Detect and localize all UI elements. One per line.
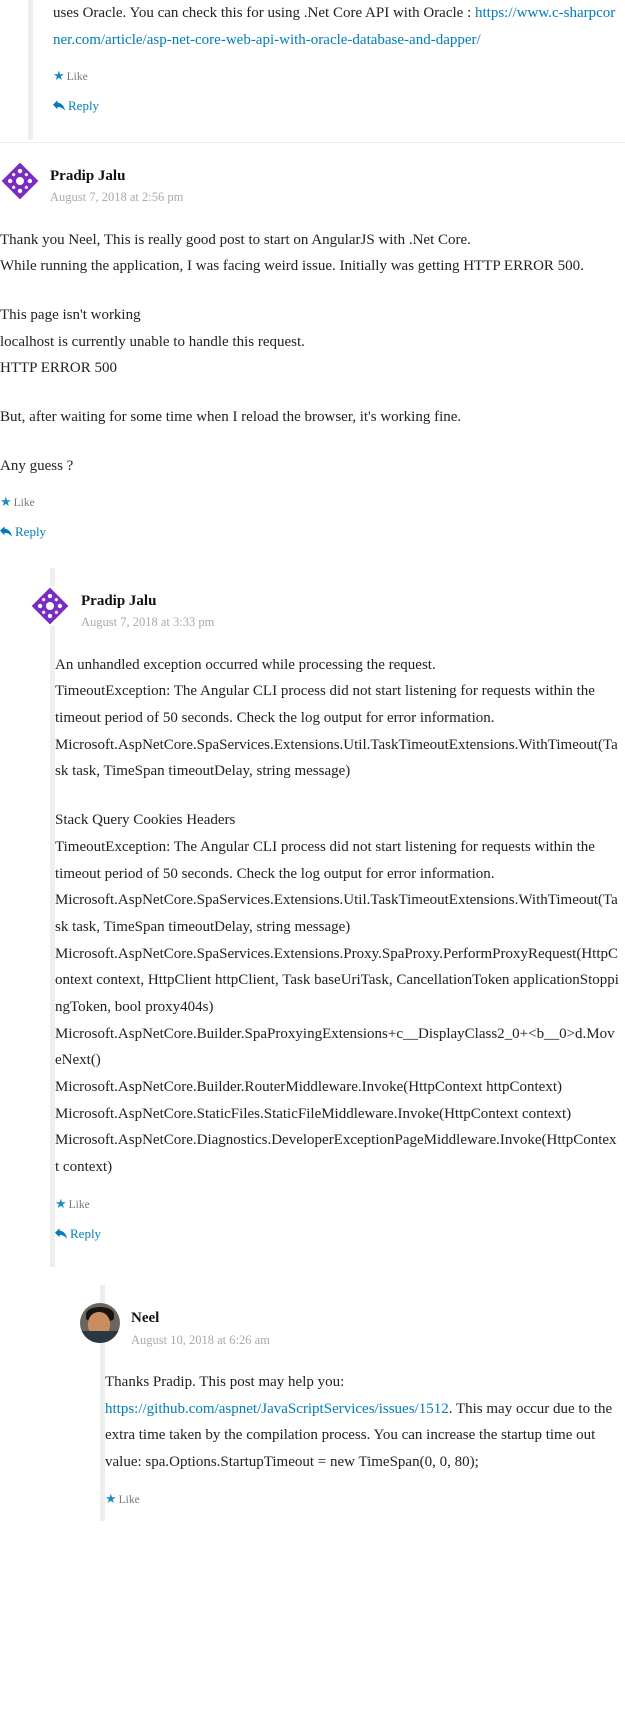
comment-text: But, after waiting for some time when I …	[0, 404, 619, 431]
star-icon: ★	[55, 1196, 67, 1211]
comment-footer: ★Like	[105, 1488, 619, 1511]
comment-text: Microsoft.AspNetCore.StaticFiles.StaticF…	[55, 1101, 619, 1128]
comment-author[interactable]: Pradip Jalu	[50, 163, 619, 189]
comment-body: Thanks Pradip. This post may help you: h…	[105, 1369, 619, 1476]
comment-text: Microsoft.AspNetCore.SpaServices.Extensi…	[55, 732, 619, 785]
star-icon: ★	[0, 494, 12, 509]
comment-text: TimeoutException: The Angular CLI proces…	[55, 834, 619, 887]
comment-text: Microsoft.AspNetCore.Builder.SpaProxying…	[55, 1021, 619, 1074]
comment-text: Microsoft.AspNetCore.SpaServices.Extensi…	[55, 941, 619, 1021]
avatar	[80, 1303, 120, 1343]
comment-footer: ★Like Reply	[0, 491, 619, 544]
like-button[interactable]: ★Like	[0, 491, 619, 514]
comment-author[interactable]: Pradip Jalu	[81, 588, 619, 614]
avatar	[30, 586, 70, 626]
like-button[interactable]: ★Like	[105, 1488, 619, 1511]
reply-button[interactable]: Reply	[55, 1223, 619, 1246]
reply-icon	[55, 1228, 67, 1239]
comment-footer: ★Like Reply	[55, 1193, 619, 1246]
comment-reply-partial: uses Oracle. You can check this for usin…	[28, 0, 625, 140]
comment-text: localhost is currently unable to handle …	[0, 329, 619, 356]
comment-date[interactable]: August 7, 2018 at 2:56 pm	[50, 189, 619, 207]
like-button[interactable]: ★Like	[53, 65, 619, 88]
comment-text: TimeoutException: The Angular CLI proces…	[55, 678, 619, 731]
comment-text: Any guess ?	[0, 453, 619, 480]
reply-icon	[0, 526, 12, 537]
reply-button[interactable]: Reply	[53, 95, 619, 118]
comment-body: uses Oracle. You can check this for usin…	[53, 0, 619, 53]
avatar	[0, 161, 40, 201]
comment-text: Microsoft.AspNetCore.Builder.RouterMiddl…	[55, 1074, 619, 1101]
like-button[interactable]: ★Like	[55, 1193, 619, 1216]
comment-author[interactable]: Neel	[131, 1305, 619, 1331]
comment-text: Stack Query Cookies Headers	[55, 807, 619, 834]
star-icon: ★	[53, 68, 65, 83]
comment-text: Thank you Neel, This is really good post…	[0, 227, 619, 254]
comment-text: An unhandled exception occurred while pr…	[55, 652, 619, 679]
comment-text: uses Oracle. You can check this for usin…	[53, 5, 475, 21]
comment-text: This page isn't working	[0, 302, 619, 329]
comment-date[interactable]: August 10, 2018 at 6:26 am	[131, 1332, 619, 1350]
comment-text: Thanks Pradip. This post may help you:	[105, 1374, 344, 1390]
comment-text: Microsoft.AspNetCore.SpaServices.Extensi…	[55, 887, 619, 940]
comment-date[interactable]: August 7, 2018 at 3:33 pm	[81, 614, 619, 632]
comment-text: HTTP ERROR 500	[0, 355, 619, 382]
comment-link[interactable]: https://github.com/aspnet/JavaScriptServ…	[105, 1401, 449, 1417]
comment-footer: ★Like Reply	[53, 65, 619, 118]
comment: Pradip Jalu August 7, 2018 at 2:56 pm Th…	[0, 143, 625, 550]
star-icon: ★	[105, 1491, 117, 1506]
comment-reply: Pradip Jalu August 7, 2018 at 3:33 pm An…	[50, 568, 625, 1267]
comment-body: Thank you Neel, This is really good post…	[0, 227, 619, 480]
comment-text: While running the application, I was fac…	[0, 253, 619, 280]
reply-icon	[53, 100, 65, 111]
comment-header: Pradip Jalu August 7, 2018 at 2:56 pm	[0, 143, 619, 207]
comment-text: Microsoft.AspNetCore.Diagnostics.Develop…	[55, 1127, 619, 1180]
comment-reply: Neel August 10, 2018 at 6:26 am Thanks P…	[100, 1285, 625, 1520]
comment-header: Pradip Jalu August 7, 2018 at 3:33 pm	[55, 568, 619, 632]
comment-body: An unhandled exception occurred while pr…	[55, 652, 619, 1181]
comment-header: Neel August 10, 2018 at 6:26 am	[105, 1285, 619, 1349]
reply-button[interactable]: Reply	[0, 521, 619, 544]
